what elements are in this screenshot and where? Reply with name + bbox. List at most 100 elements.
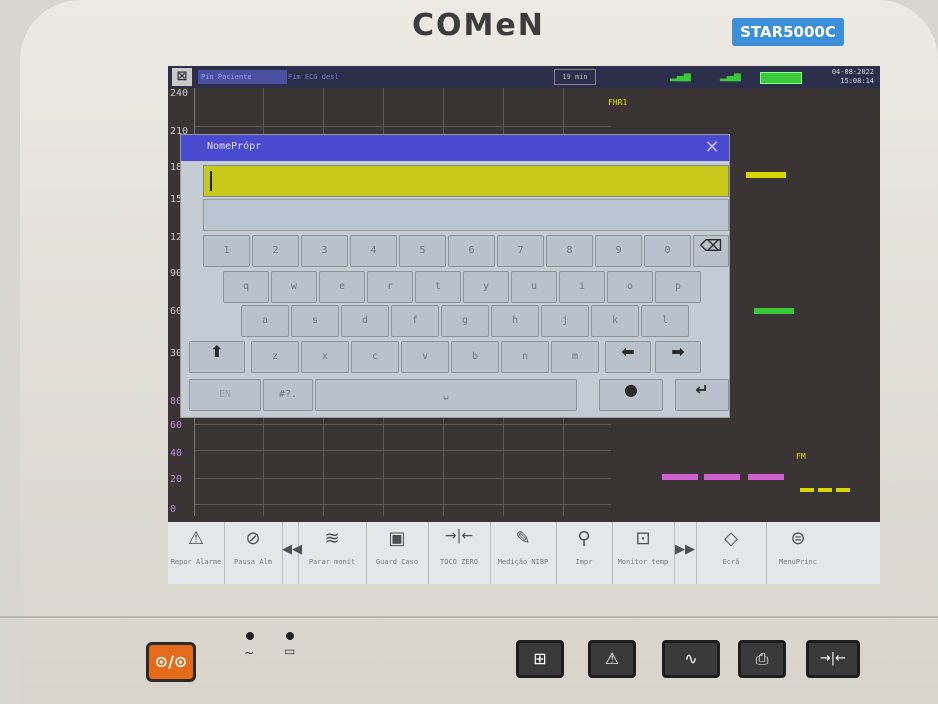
fm-bar [800, 488, 814, 492]
key-k[interactable]: k [591, 305, 639, 337]
key-2[interactable]: 2 [252, 235, 299, 267]
key-7[interactable]: 7 [497, 235, 544, 267]
prev-page-button[interactable]: ◀◀ [282, 522, 302, 584]
y-label: 40 [170, 448, 183, 459]
save-case-icon: ▣ [388, 528, 406, 549]
key-j[interactable]: j [541, 305, 589, 337]
print-icon: ⚲ [577, 528, 591, 549]
print-hw-button[interactable]: ⎙ [738, 640, 786, 678]
nibp-button[interactable]: ✎ Medição NIBP [490, 522, 557, 584]
fm-bar [818, 488, 832, 492]
shift-key[interactable]: ⬆ [189, 341, 245, 373]
toco-zero-icon: →|← [444, 528, 474, 544]
key-w[interactable]: w [271, 271, 317, 303]
toco-zero-hw-button[interactable]: →|← [806, 640, 860, 678]
screen-icon: ◇ [724, 528, 738, 549]
cursor-left-key[interactable]: ⬅ [605, 341, 651, 373]
symbols-key[interactable]: #?. [263, 379, 313, 411]
key-6[interactable]: 6 [448, 235, 495, 267]
key-a[interactable]: a [241, 305, 289, 337]
magenta-bar [704, 474, 740, 480]
enter-key[interactable]: ↵ [675, 379, 729, 411]
backspace-key[interactable]: ⌫ [693, 235, 729, 267]
main-menu-button[interactable]: ⊜ MenuPrinc [766, 522, 830, 584]
key-9[interactable]: 9 [595, 235, 642, 267]
cursor-right-key[interactable]: ➡ [655, 341, 701, 373]
magenta-bar [662, 474, 698, 480]
brand-logo: COMeN [412, 8, 545, 43]
alarm-reset-hw-icon: ⚠ [604, 649, 620, 668]
toco-zero-hw-icon: →|← [819, 651, 847, 666]
next-page-icon: ▶▶ [675, 542, 695, 557]
pause-alarm-icon: ⊘ [245, 528, 261, 549]
timer-display[interactable]: 19 min [554, 69, 596, 85]
stop-monitoring-icon: ≋ [324, 528, 340, 549]
key-u[interactable]: u [511, 271, 557, 303]
softkey-bar: ⚠ Repor Alarme ⊘ Pausa Alm ◀◀ ≋ Parar monit… [168, 522, 880, 584]
key-4[interactable]: 4 [350, 235, 397, 267]
toco-zero-button[interactable]: →|← TOCO ZERO [428, 522, 491, 584]
y-label: 20 [170, 474, 183, 485]
key-z[interactable]: z [251, 341, 299, 373]
print-button[interactable]: ⚲ Impr [556, 522, 613, 584]
key-b[interactable]: b [451, 341, 499, 373]
key-x[interactable]: x [301, 341, 349, 373]
key-8[interactable]: 8 [546, 235, 593, 267]
pause-alarm-button[interactable]: ⊘ Pausa Alm [224, 522, 283, 584]
prev-page-icon: ◀◀ [282, 542, 302, 557]
key-y[interactable]: y [463, 271, 509, 303]
key-e[interactable]: e [319, 271, 365, 303]
power-button[interactable]: ⊙/⊙ [146, 642, 196, 682]
key-l[interactable]: l [641, 305, 689, 337]
y-label: 0 [170, 504, 177, 515]
space-key[interactable]: ␣ [315, 379, 577, 411]
battery-status-icon: ▭ [284, 644, 296, 658]
bezel-divider [0, 616, 938, 618]
freeze-button[interactable]: ⊞ [516, 640, 564, 678]
datetime: 04-08-2022 15:08:14 [808, 68, 874, 86]
stop-monitoring-button[interactable]: ≋ Parar monit [298, 522, 367, 584]
freeze-icon: ⊞ [533, 649, 547, 668]
globe-icon[interactable]: ● [599, 379, 663, 411]
key-h[interactable]: h [491, 305, 539, 337]
alarm-reset-hw-button[interactable]: ⚠ [588, 640, 636, 678]
next-page-button[interactable]: ▶▶ [674, 522, 697, 584]
grid-icon[interactable]: ⊠ [172, 68, 192, 86]
y-label: 240 [170, 88, 189, 99]
event-mark-button[interactable]: ∿ [662, 640, 720, 678]
key-f[interactable]: f [391, 305, 439, 337]
key-i[interactable]: i [559, 271, 605, 303]
key-r[interactable]: r [367, 271, 413, 303]
suggestion-field [203, 199, 729, 231]
ecg-tab[interactable]: Fim ECG desl [288, 70, 368, 84]
name-input[interactable] [203, 165, 729, 197]
print-hw-icon: ⎙ [755, 649, 769, 668]
monitor-timer-button[interactable]: ⊡ Monitor temp [612, 522, 675, 584]
language-key[interactable]: EN [189, 379, 261, 411]
key-1[interactable]: 1 [203, 235, 250, 267]
key-n[interactable]: n [501, 341, 549, 373]
key-m[interactable]: m [551, 341, 599, 373]
nibp-icon: ✎ [515, 528, 531, 549]
key-3[interactable]: 3 [301, 235, 348, 267]
key-d[interactable]: d [341, 305, 389, 337]
key-v[interactable]: v [401, 341, 449, 373]
key-0[interactable]: 0 [644, 235, 691, 267]
key-o[interactable]: o [607, 271, 653, 303]
key-t[interactable]: t [415, 271, 461, 303]
key-c[interactable]: c [351, 341, 399, 373]
key-g[interactable]: g [441, 305, 489, 337]
save-case-button[interactable]: ▣ Guard Caso [366, 522, 429, 584]
key-5[interactable]: 5 [399, 235, 446, 267]
key-s[interactable]: s [291, 305, 339, 337]
model-badge: STAR5000C [732, 18, 844, 46]
close-icon[interactable]: ✕ [699, 137, 725, 159]
key-p[interactable]: p [655, 271, 701, 303]
key-q[interactable]: q [223, 271, 269, 303]
screen-button[interactable]: ◇ Ecrã [696, 522, 767, 584]
reset-alarm-button[interactable]: ⚠ Repor Alarme [168, 522, 225, 584]
patient-tab[interactable]: Pin Paciente [198, 70, 287, 84]
fm-label: FM [796, 452, 806, 461]
status-bar: ⊠ Pin Paciente Fim ECG desl 19 min ▂▄▆ ▂… [168, 66, 880, 88]
text-entry-dialog: NomePrópr ✕ 1 2 3 4 5 6 7 8 9 0 ⌫ q w e r t y u i o p a s d f g h j… [180, 134, 730, 418]
